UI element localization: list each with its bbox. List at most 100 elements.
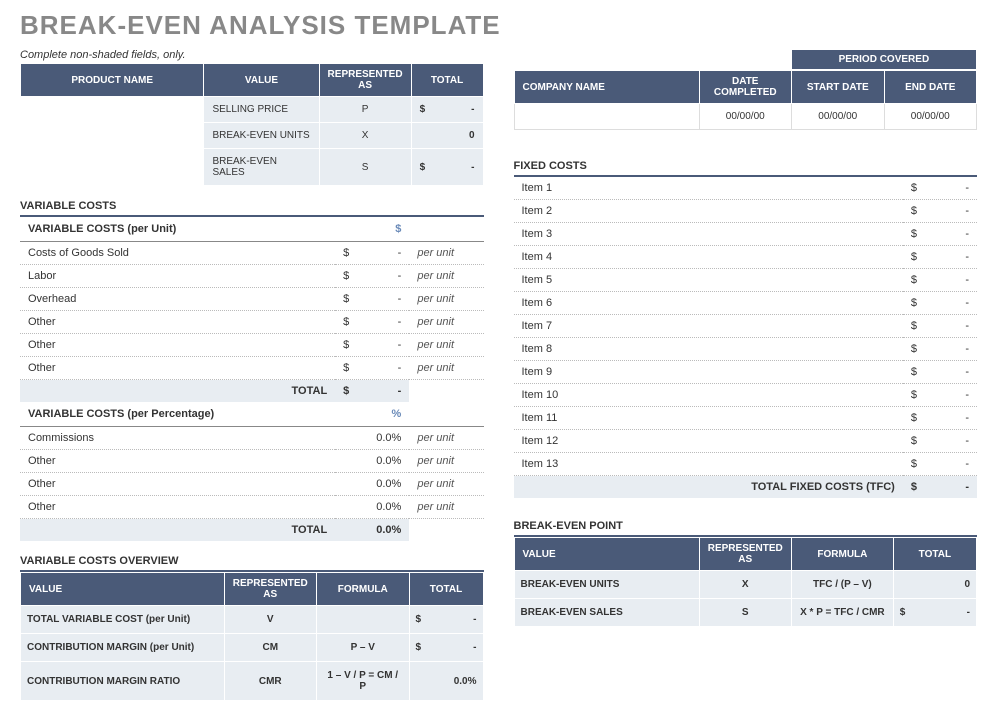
fixed-item-label[interactable]: Item 2 <box>514 200 903 223</box>
date-completed-cell[interactable]: 00/00/00 <box>699 104 792 130</box>
be-rep: X <box>699 571 792 599</box>
overview-label: CONTRIBUTION MARGIN RATIO <box>21 662 225 701</box>
vc-item-value[interactable]: $- <box>335 265 409 288</box>
vc-pct-value[interactable]: 0.0% <box>335 496 409 519</box>
fixed-item-label[interactable]: Item 7 <box>514 315 903 338</box>
period-header-table: PERIOD COVERED <box>514 49 978 70</box>
fixed-item-value[interactable]: $- <box>903 223 977 246</box>
vc-pct-total-val: 0.0% <box>335 519 409 542</box>
overview-total: $- <box>409 634 483 662</box>
be-total-header: TOTAL <box>893 538 976 571</box>
be-formula-header: FORMULA <box>792 538 894 571</box>
fixed-costs-title: FIXED COSTS <box>514 152 978 177</box>
end-date-header: END DATE <box>884 71 977 104</box>
fixed-item-label[interactable]: Item 12 <box>514 430 903 453</box>
fixed-item-value[interactable]: $- <box>903 384 977 407</box>
table-row: Item 12 $- <box>514 430 978 453</box>
fixed-item-value[interactable]: $- <box>903 430 977 453</box>
vc-unit-symbol: $ <box>335 217 409 242</box>
end-date-cell[interactable]: 00/00/00 <box>884 104 977 130</box>
company-name-cell[interactable] <box>514 104 699 130</box>
vc-pct-symbol: % <box>335 402 409 427</box>
fixed-item-label[interactable]: Item 3 <box>514 223 903 246</box>
vc-item-value[interactable]: $- <box>335 288 409 311</box>
fixed-item-label[interactable]: Item 8 <box>514 338 903 361</box>
overview-total: 0.0% <box>409 662 483 701</box>
be-rep-header: REPRESENTED AS <box>699 538 792 571</box>
vc-item-value[interactable]: $- <box>335 357 409 380</box>
vc-item-label[interactable]: Labor <box>20 265 335 288</box>
fixed-item-value[interactable]: $- <box>903 315 977 338</box>
overview-total: $- <box>409 606 483 634</box>
fixed-costs-table: Item 1 $-Item 2 $-Item 3 $-Item 4 $-Item… <box>514 177 978 498</box>
table-row: Other 0.0% per unit <box>20 473 484 496</box>
vc-pct-label[interactable]: Other <box>20 473 335 496</box>
fixed-item-value[interactable]: $- <box>903 200 977 223</box>
fixed-item-label[interactable]: Item 1 <box>514 177 903 200</box>
bes-rep: S <box>319 149 411 186</box>
table-row: Item 5 $- <box>514 269 978 292</box>
fixed-item-label[interactable]: Item 5 <box>514 269 903 292</box>
overview-table: VALUE REPRESENTED AS FORMULA TOTAL TOTAL… <box>20 572 484 701</box>
product-name-cell[interactable] <box>21 97 204 186</box>
fixed-item-value[interactable]: $- <box>903 177 977 200</box>
overview-total-header: TOTAL <box>409 573 483 606</box>
vc-pct-unit: per unit <box>409 450 483 473</box>
table-row: Item 13 $- <box>514 453 978 476</box>
beu-rep: X <box>319 123 411 149</box>
fixed-item-value[interactable]: $- <box>903 338 977 361</box>
vc-pct-unit: per unit <box>409 473 483 496</box>
table-row: Item 4 $- <box>514 246 978 269</box>
vc-item-label[interactable]: Other <box>20 357 335 380</box>
fixed-item-label[interactable]: Item 9 <box>514 361 903 384</box>
tfc-label: TOTAL FIXED COSTS (TFC) <box>514 476 903 499</box>
product-name-header: PRODUCT NAME <box>21 64 204 97</box>
vc-pct-label[interactable]: Commissions <box>20 427 335 450</box>
selling-price-rep: P <box>319 97 411 123</box>
overview-rep: V <box>224 606 317 634</box>
variable-costs-title: VARIABLE COSTS <box>20 192 484 217</box>
be-value-header: VALUE <box>514 538 699 571</box>
fixed-item-value[interactable]: $- <box>903 407 977 430</box>
table-row: Other 0.0% per unit <box>20 450 484 473</box>
vc-item-value[interactable]: $- <box>335 242 409 265</box>
fixed-item-label[interactable]: Item 4 <box>514 246 903 269</box>
table-row: CONTRIBUTION MARGIN (per Unit) CM P – V … <box>21 634 484 662</box>
fixed-item-label[interactable]: Item 11 <box>514 407 903 430</box>
vc-pct-label[interactable]: Other <box>20 496 335 519</box>
vc-pct-unit: per unit <box>409 496 483 519</box>
page-title: BREAK-EVEN ANALYSIS TEMPLATE <box>20 10 977 41</box>
instruction-text: Complete non-shaded fields, only. <box>20 49 484 61</box>
vc-item-label[interactable]: Other <box>20 334 335 357</box>
overview-formula-header: FORMULA <box>317 573 410 606</box>
fixed-item-label[interactable]: Item 13 <box>514 453 903 476</box>
vc-item-value[interactable]: $- <box>335 311 409 334</box>
table-row: BREAK-EVEN UNITS X TFC / (P – V) 0 <box>514 571 977 599</box>
table-row: Item 8 $- <box>514 338 978 361</box>
fixed-item-value[interactable]: $- <box>903 361 977 384</box>
vc-pct-label[interactable]: Other <box>20 450 335 473</box>
bes-total: $- <box>411 149 483 186</box>
vc-item-value[interactable]: $- <box>335 334 409 357</box>
be-total: 0 <box>893 571 976 599</box>
fixed-item-value[interactable]: $- <box>903 453 977 476</box>
fixed-item-value[interactable]: $- <box>903 269 977 292</box>
be-total: $- <box>893 599 976 627</box>
overview-rep-header: REPRESENTED AS <box>224 573 317 606</box>
table-row: Item 2 $- <box>514 200 978 223</box>
vc-item-unit: per unit <box>409 265 483 288</box>
fixed-item-value[interactable]: $- <box>903 246 977 269</box>
vc-pct-value[interactable]: 0.0% <box>335 450 409 473</box>
overview-value-header: VALUE <box>21 573 225 606</box>
product-table: PRODUCT NAME VALUE REPRESENTED AS TOTAL … <box>20 63 484 186</box>
start-date-cell[interactable]: 00/00/00 <box>792 104 885 130</box>
fixed-item-value[interactable]: $- <box>903 292 977 315</box>
breakeven-table: VALUE REPRESENTED AS FORMULA TOTAL BREAK… <box>514 537 978 627</box>
vc-item-label[interactable]: Other <box>20 311 335 334</box>
vc-item-label[interactable]: Overhead <box>20 288 335 311</box>
fixed-item-label[interactable]: Item 6 <box>514 292 903 315</box>
vc-pct-value[interactable]: 0.0% <box>335 427 409 450</box>
vc-item-label[interactable]: Costs of Goods Sold <box>20 242 335 265</box>
fixed-item-label[interactable]: Item 10 <box>514 384 903 407</box>
vc-pct-value[interactable]: 0.0% <box>335 473 409 496</box>
